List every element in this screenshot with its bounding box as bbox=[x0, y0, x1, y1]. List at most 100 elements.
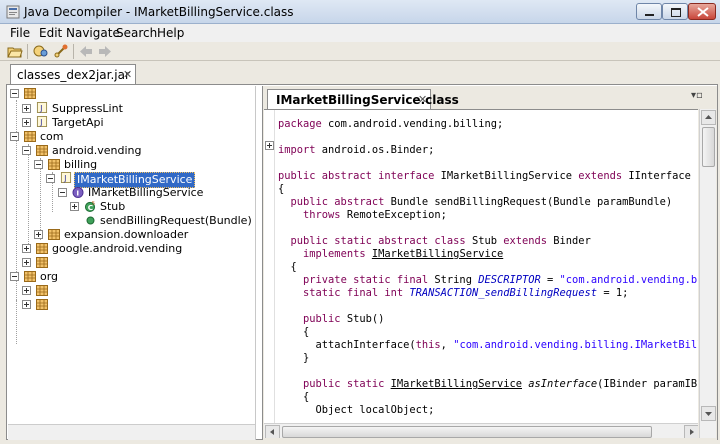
expand-icon[interactable] bbox=[22, 244, 31, 253]
toolbar bbox=[0, 42, 720, 61]
code-line: public static IMarketBillingService asIn… bbox=[303, 378, 698, 390]
code-line: { bbox=[278, 261, 297, 273]
editor-tab[interactable]: IMarketBillingService.class ✕ bbox=[267, 89, 459, 109]
java-file-icon: J bbox=[36, 116, 48, 127]
expand-icon[interactable] bbox=[70, 202, 79, 211]
menu-search[interactable]: Search bbox=[116, 26, 157, 40]
code-line: static final int TRANSACTION_sendBilling… bbox=[303, 287, 629, 299]
tree-node-package[interactable] bbox=[10, 256, 250, 270]
tree-node-package[interactable]: google.android.vending bbox=[10, 242, 250, 256]
code-view[interactable]: package com.android.vending.billing; imp… bbox=[264, 109, 698, 438]
code-line: { bbox=[278, 326, 310, 338]
vertical-scroll-thumb[interactable] bbox=[702, 127, 715, 167]
package-tree[interactable]: J SuppressLint J TargetApi com android.v… bbox=[8, 86, 256, 440]
code-line: package com.android.vending.billing; bbox=[278, 118, 504, 130]
scroll-right-button[interactable] bbox=[684, 425, 698, 438]
scroll-down-button[interactable] bbox=[701, 406, 716, 421]
collapse-icon[interactable] bbox=[10, 272, 19, 281]
expand-icon[interactable] bbox=[22, 258, 31, 267]
tree-node-method[interactable]: sendBillingRequest(Bundle) : I bbox=[10, 214, 255, 228]
collapse-icon[interactable] bbox=[46, 174, 55, 183]
expand-icon[interactable] bbox=[34, 230, 43, 239]
chevron-down-icon bbox=[705, 412, 712, 416]
code-line: { bbox=[278, 183, 285, 195]
open-folder-icon[interactable] bbox=[7, 44, 23, 59]
collapse-icon[interactable] bbox=[10, 89, 19, 98]
tree-node-package[interactable]: billing bbox=[10, 158, 250, 172]
file-tab-label: classes_dex2jar.jar bbox=[17, 68, 130, 82]
tree-node-package[interactable]: android.vending bbox=[10, 144, 250, 158]
code-line: Object localObject; bbox=[278, 404, 435, 416]
tree-node-package[interactable] bbox=[10, 298, 250, 312]
editor-menu-icon[interactable]: ▾▫ bbox=[691, 90, 703, 101]
tree-node-class[interactable]: CS Stub bbox=[10, 200, 250, 214]
file-tab[interactable]: classes_dex2jar.jar ✕ bbox=[10, 64, 136, 84]
collapse-icon[interactable] bbox=[10, 132, 19, 141]
tree-horizontal-scrollbar[interactable] bbox=[8, 424, 255, 440]
editor-gutter bbox=[264, 110, 275, 438]
editor-horizontal-scrollbar[interactable] bbox=[264, 423, 698, 438]
chevron-right-icon bbox=[690, 429, 694, 435]
java-decompiler-app-icon bbox=[6, 5, 20, 19]
collapse-icon[interactable] bbox=[58, 188, 67, 197]
tree-node-class-file[interactable]: J SuppressLint bbox=[10, 102, 250, 116]
interface-icon: I bbox=[72, 187, 84, 198]
menu-file[interactable]: File bbox=[10, 26, 30, 40]
code-line: attachInterface(this, "com.android.vendi… bbox=[278, 339, 698, 351]
file-tab-close-icon[interactable]: ✕ bbox=[123, 68, 132, 81]
horizontal-scroll-thumb[interactable] bbox=[282, 426, 652, 438]
code-line: throws RemoteException; bbox=[303, 209, 447, 221]
scroll-left-button[interactable] bbox=[265, 425, 280, 438]
open-type-hierarchy-icon[interactable] bbox=[53, 44, 69, 59]
expand-icon[interactable] bbox=[22, 104, 31, 113]
method-icon bbox=[86, 216, 95, 225]
open-type-icon[interactable] bbox=[33, 44, 49, 59]
tree-node-package[interactable] bbox=[10, 87, 250, 101]
chevron-left-icon bbox=[270, 429, 274, 435]
editor-vertical-scrollbar[interactable] bbox=[699, 109, 716, 438]
package-icon bbox=[24, 271, 36, 282]
tree-node-package[interactable] bbox=[10, 284, 250, 298]
minimize-button[interactable] bbox=[636, 3, 662, 20]
package-icon bbox=[48, 159, 60, 170]
code-line: public abstract Bundle sendBillingReques… bbox=[290, 196, 673, 208]
package-icon bbox=[36, 145, 48, 156]
editor-tab-close-icon[interactable]: ✕ bbox=[418, 93, 427, 106]
maximize-icon bbox=[671, 8, 681, 17]
expand-icon[interactable] bbox=[22, 286, 31, 295]
code-line: } bbox=[278, 352, 310, 364]
back-icon[interactable] bbox=[78, 44, 94, 59]
menu-bar: File Edit Navigate Search Help bbox=[0, 24, 720, 42]
menu-help[interactable]: Help bbox=[157, 26, 184, 40]
menu-edit[interactable]: Edit bbox=[39, 26, 62, 40]
expand-icon[interactable] bbox=[22, 118, 31, 127]
fold-expand-icon[interactable] bbox=[265, 141, 274, 150]
maximize-button[interactable] bbox=[662, 3, 688, 20]
tree-node-package[interactable]: com bbox=[10, 130, 250, 144]
collapse-icon[interactable] bbox=[34, 160, 43, 169]
package-icon bbox=[36, 285, 48, 296]
tree-node-interface[interactable]: I IMarketBillingService bbox=[10, 186, 250, 200]
editor-pane: IMarketBillingService.class ✕ ▾▫ package… bbox=[262, 86, 717, 440]
expand-icon[interactable] bbox=[22, 300, 31, 309]
package-icon bbox=[36, 299, 48, 310]
svg-text:J: J bbox=[39, 103, 42, 113]
menu-navigate[interactable]: Navigate bbox=[66, 26, 120, 40]
window-title: Java Decompiler - IMarketBillingService.… bbox=[24, 5, 294, 19]
tree-node-package[interactable]: org bbox=[10, 270, 250, 284]
svg-text:I: I bbox=[76, 189, 79, 198]
forward-icon[interactable] bbox=[97, 44, 113, 59]
svg-text:J: J bbox=[39, 117, 42, 127]
collapse-icon[interactable] bbox=[22, 146, 31, 155]
tree-node-class-file[interactable]: J TargetApi bbox=[10, 116, 250, 130]
close-window-button[interactable] bbox=[688, 3, 716, 20]
code-line: public Stub() bbox=[303, 313, 385, 325]
package-icon bbox=[36, 257, 48, 268]
package-icon bbox=[24, 131, 36, 142]
code-line: implements IMarketBillingService bbox=[303, 248, 504, 260]
toolbar-separator bbox=[73, 44, 74, 59]
scroll-up-button[interactable] bbox=[701, 110, 716, 125]
editor-tab-label: IMarketBillingService.class bbox=[276, 93, 459, 107]
tree-node-class-file-selected[interactable]: J IMarketBillingService bbox=[10, 172, 250, 188]
tree-node-package[interactable]: expansion.downloader bbox=[10, 228, 250, 242]
